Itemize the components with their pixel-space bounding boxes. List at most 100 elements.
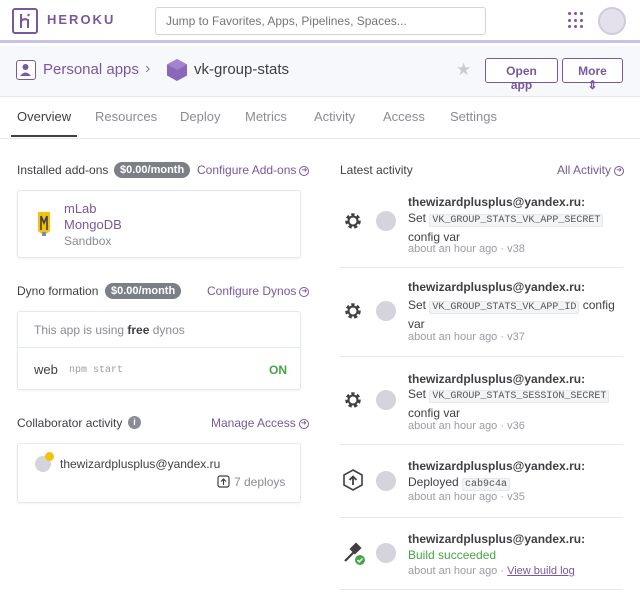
activity-time: about an hour ago [408, 420, 498, 432]
top-navbar: HEROKU [0, 0, 640, 43]
activity-text: Set VK_GROUP_STATS_VK_APP_SECRETconfig v… [408, 210, 622, 245]
dyno-status: ON [269, 363, 287, 377]
activity-code: cab9c4a [462, 478, 511, 491]
more-button[interactable]: More ⇕ [562, 58, 623, 92]
addons-title: Installed add-ons [17, 163, 109, 177]
app-hexagon-icon [167, 59, 187, 81]
activity-meta: about an hour ago · v35 [408, 491, 525, 503]
activity-version: v35 [507, 491, 525, 503]
dyno-info-bold: free [127, 323, 150, 337]
activity-meta: about an hour ago · v38 [408, 243, 525, 255]
activity-user: thewizardplusplus@yandex.ru: [408, 532, 586, 546]
manage-access-link[interactable]: Manage Access ➜ [211, 416, 309, 430]
arrow-right-icon: ➜ [614, 165, 625, 176]
activity-text: Set VK_GROUP_STATS_SESSION_SECRETconfig … [408, 386, 622, 421]
apps-grid-icon[interactable] [568, 12, 585, 29]
activity-time: about an hour ago [408, 243, 498, 255]
collab-card: thewizardplusplus@yandex.ru 7 deploys [17, 443, 301, 503]
brand-name[interactable]: HEROKU [47, 12, 115, 27]
addons-price-badge: $0.00/month [114, 162, 191, 178]
collab-title: Collaborator activity [17, 416, 123, 430]
addon-card-mlab[interactable]: mLab MongoDB Sandbox [17, 190, 301, 258]
app-name: vk-group-stats [194, 61, 290, 78]
dyno-info-prefix: This app is using [34, 323, 128, 337]
activity-item: thewizardplusplus@yandex.ru: Set VK_GROU… [340, 188, 623, 268]
activity-code: VK_GROUP_STATS_VK_APP_ID [429, 301, 580, 314]
activity-action: Deployed [408, 475, 459, 489]
activity-meta: about an hour ago · v37 [408, 331, 525, 343]
configure-dynos-label: Configure Dynos [207, 284, 297, 298]
tab-access[interactable]: Access [383, 109, 425, 124]
configure-addons-label: Configure Add-ons [197, 163, 297, 177]
arrow-right-icon: ➜ [298, 418, 309, 429]
mlab-logo-icon [38, 212, 50, 236]
dyno-web-command: npm start [69, 365, 124, 376]
addon-plan: Sandbox [64, 234, 112, 248]
crown-icon [45, 452, 54, 461]
dynos-title: Dyno formation [17, 284, 99, 298]
configure-dynos-link[interactable]: Configure Dynos ➜ [207, 284, 310, 298]
activity-user: thewizardplusplus@yandex.ru: [408, 372, 586, 386]
activity-code: VK_GROUP_STATS_SESSION_SECRET [429, 390, 610, 403]
divider [18, 347, 300, 348]
activity-avatar [376, 301, 396, 321]
activity-suffix: config var [408, 230, 461, 244]
tab-bar: Overview Resources Deploy Metrics Activi… [0, 97, 640, 139]
all-activity-link[interactable]: All Activity ➜ [557, 163, 625, 177]
tab-metrics[interactable]: Metrics [245, 109, 287, 124]
activity-meta: about an hour ago · v36 [408, 420, 525, 432]
activity-avatar [376, 471, 396, 491]
addon-name-line1[interactable]: mLab [64, 201, 97, 216]
arrow-right-icon: ➜ [299, 286, 310, 297]
view-build-log-link[interactable]: View build log [507, 565, 575, 577]
build-status: Build succeeded [408, 548, 497, 562]
deploy-icon [342, 469, 364, 491]
activity-item: thewizardplusplus@yandex.ru: Build succe… [340, 518, 623, 590]
person-icon [16, 60, 36, 80]
personal-apps-link[interactable]: Personal apps [43, 61, 139, 78]
activity-user: thewizardplusplus@yandex.ru: [408, 280, 586, 294]
more-label: More [578, 64, 607, 78]
activity-version: v38 [507, 243, 525, 255]
configure-addons-link[interactable]: Configure Add-ons ➜ [197, 163, 310, 177]
addon-name-line2[interactable]: MongoDB [64, 217, 122, 232]
active-tab-indicator [11, 135, 77, 137]
all-activity-label: All Activity [557, 163, 612, 177]
activity-action: Set [408, 298, 427, 312]
activity-time: about an hour ago [408, 491, 498, 503]
chevron-updown-icon: ⇕ [587, 78, 598, 92]
activity-suffix: config var [408, 406, 461, 420]
activity-title: Latest activity [340, 163, 413, 177]
activity-item: thewizardplusplus@yandex.ru: Set VK_GROU… [340, 357, 623, 445]
activity-time: about an hour ago [408, 565, 498, 577]
activity-text: Set VK_GROUP_STATS_VK_APP_ID config var [408, 297, 622, 332]
star-icon[interactable]: ★ [456, 60, 471, 80]
activity-version: v37 [507, 331, 525, 343]
search-input[interactable] [155, 7, 486, 35]
tab-overview[interactable]: Overview [17, 109, 71, 124]
dyno-web-label: web [34, 362, 58, 377]
dyno-info: This app is using free dynos [34, 323, 185, 337]
activity-item: thewizardplusplus@yandex.ru: Set VK_GROU… [340, 268, 623, 357]
user-avatar[interactable] [598, 7, 626, 35]
activity-action: Set [408, 387, 427, 401]
tab-deploy[interactable]: Deploy [180, 109, 220, 124]
app-header: Personal apps › vk-group-stats ★ Open ap… [0, 46, 640, 97]
gear-icon [342, 389, 364, 411]
activity-avatar [376, 211, 396, 231]
activity-meta: about an hour ago · View build log [408, 565, 575, 577]
activity-action: Set [408, 211, 427, 225]
tab-resources[interactable]: Resources [95, 109, 157, 124]
activity-time: about an hour ago [408, 331, 498, 343]
dyno-card: This app is using free dynos web npm sta… [17, 311, 301, 390]
activity-user: thewizardplusplus@yandex.ru: [408, 195, 586, 209]
info-icon[interactable]: i [128, 416, 141, 429]
heroku-logo-icon[interactable] [12, 8, 38, 34]
gear-icon [342, 210, 364, 232]
manage-access-label: Manage Access [211, 416, 296, 430]
open-app-button[interactable]: Open app [485, 58, 558, 92]
activity-item: thewizardplusplus@yandex.ru: Deployed ca… [340, 445, 623, 518]
tab-settings[interactable]: Settings [450, 109, 497, 124]
tab-activity[interactable]: Activity [314, 109, 355, 124]
activity-code: VK_GROUP_STATS_VK_APP_SECRET [429, 214, 604, 227]
